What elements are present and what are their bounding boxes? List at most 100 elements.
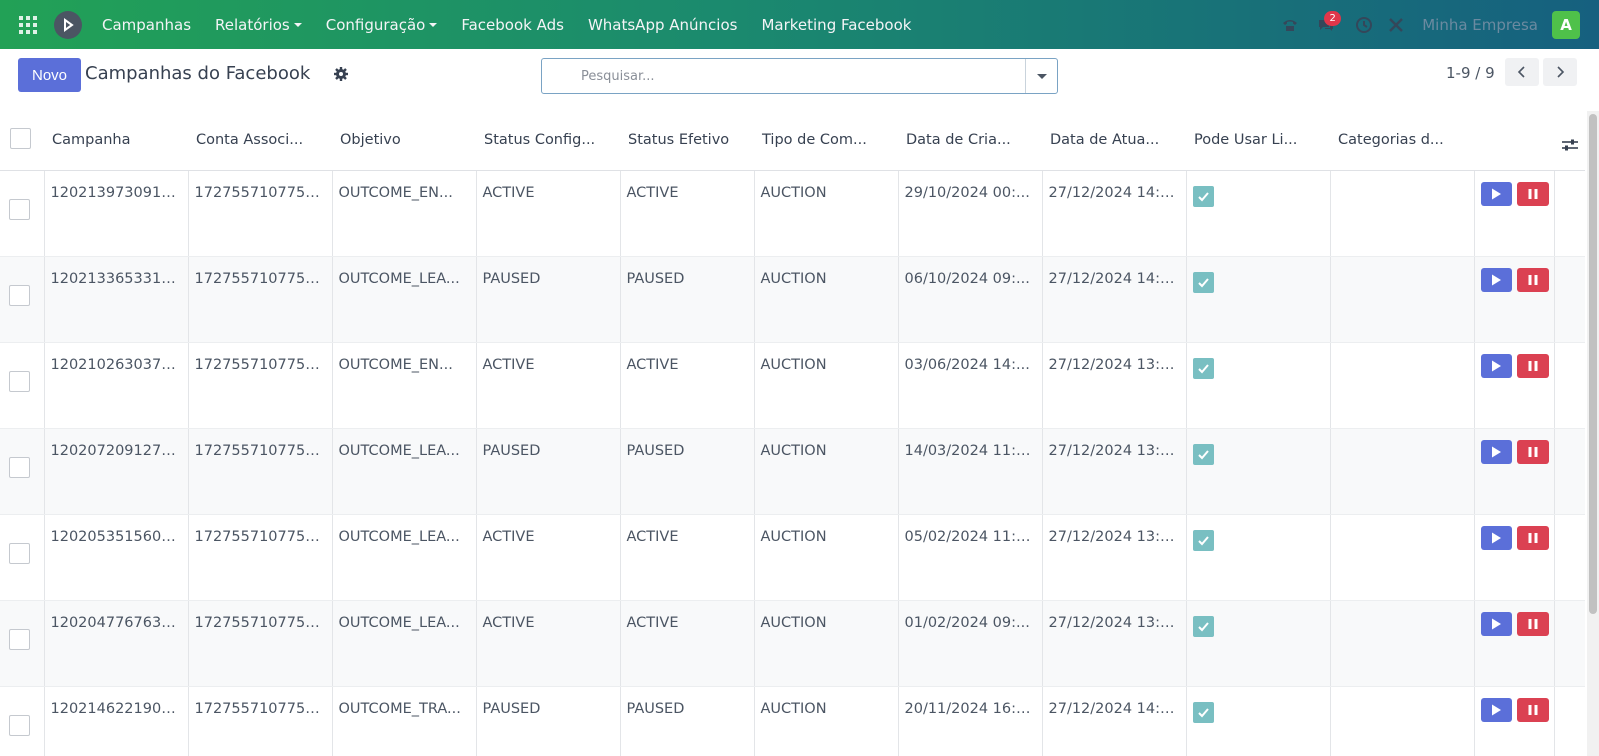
pause-button[interactable] xyxy=(1517,181,1549,206)
column-header[interactable]: Conta Associ... xyxy=(188,111,332,171)
cell-atualizacao: 27/12/2024 14:5... xyxy=(1042,170,1187,257)
pager-next-button[interactable] xyxy=(1543,58,1577,86)
column-header[interactable]: Pode Usar Li... xyxy=(1186,111,1330,171)
play-button[interactable] xyxy=(1480,439,1512,464)
cell-categorias xyxy=(1330,342,1475,429)
cell-atualizacao: 27/12/2024 14:5... xyxy=(1042,686,1187,756)
pause-button[interactable] xyxy=(1517,267,1549,292)
pause-button[interactable] xyxy=(1517,525,1549,550)
cell-actions xyxy=(1474,514,1555,601)
logo-icon[interactable] xyxy=(54,10,82,39)
pause-button[interactable] xyxy=(1517,439,1549,464)
cell-objetivo: OUTCOME_EN... xyxy=(332,342,477,429)
row-checkbox[interactable] xyxy=(0,600,45,687)
pause-button[interactable] xyxy=(1517,611,1549,636)
menu-item-campanhas[interactable]: Campanhas xyxy=(90,0,203,49)
cell-tipo: AUCTION xyxy=(754,170,899,257)
table-row[interactable]: 1202047767632... 1727557107750... OUTCOME_… xyxy=(0,600,1585,687)
apps-grid-icon[interactable] xyxy=(16,13,40,37)
search-options-toggle[interactable] xyxy=(1025,59,1057,93)
caret-down-icon xyxy=(293,22,302,27)
page-title: Campanhas do Facebook xyxy=(85,63,311,84)
pause-button[interactable] xyxy=(1517,353,1549,378)
checkbox-checked-icon xyxy=(1192,615,1214,637)
row-checkbox[interactable] xyxy=(0,256,45,343)
column-header[interactable]: Campanha xyxy=(44,111,188,171)
cell-tipo: AUCTION xyxy=(754,342,899,429)
menu-item-configura-o[interactable]: Configuração xyxy=(314,0,450,49)
row-checkbox[interactable] xyxy=(0,170,45,257)
pager-previous-button[interactable] xyxy=(1505,58,1539,86)
cell-actions xyxy=(1474,600,1555,687)
table-row[interactable]: 1202072091272... 1727557107750... OUTCOME_… xyxy=(0,428,1585,515)
row-checkbox[interactable] xyxy=(0,686,45,756)
cell-criacao: 05/02/2024 11:1... xyxy=(898,514,1043,601)
cell-empty xyxy=(1554,170,1585,257)
menu-item-facebook-ads[interactable]: Facebook Ads xyxy=(449,0,576,49)
play-icon xyxy=(1492,274,1502,285)
cell-actions xyxy=(1474,686,1555,756)
optional-columns-icon[interactable] xyxy=(1560,137,1580,153)
menu-item-whatsapp-an-ncios[interactable]: WhatsApp Anúncios xyxy=(576,0,750,49)
avatar[interactable]: A xyxy=(1552,10,1580,39)
play-button[interactable] xyxy=(1480,697,1512,722)
table-row[interactable]: 12021462219091... 1727557107750... OUTCOME… xyxy=(0,686,1585,756)
menu-item-marketing-facebook[interactable]: Marketing Facebook xyxy=(749,0,923,49)
column-header[interactable]: Status Config... xyxy=(476,111,620,171)
play-button[interactable] xyxy=(1480,267,1512,292)
pause-button[interactable] xyxy=(1517,697,1549,722)
search-input[interactable] xyxy=(542,59,1025,93)
cell-campanha: 1202047767632... xyxy=(44,600,189,687)
checkbox-checked-icon xyxy=(1192,271,1214,293)
company-switcher[interactable]: Minha Empresa xyxy=(1422,16,1538,34)
table-row[interactable]: 1202053515602... 1727557107750... OUTCOME_… xyxy=(0,514,1585,601)
play-button[interactable] xyxy=(1480,525,1512,550)
select-all-checkbox[interactable] xyxy=(0,111,44,171)
cell-conta: 1727557107750... xyxy=(188,514,333,601)
gear-icon[interactable] xyxy=(333,66,349,82)
cell-status-config: ACTIVE xyxy=(476,170,621,257)
cell-tipo: AUCTION xyxy=(754,256,899,343)
column-header[interactable]: Status Efetivo xyxy=(620,111,754,171)
table-row[interactable]: 1202102630371... 1727557107750... OUTCOME_… xyxy=(0,342,1585,429)
cell-actions xyxy=(1474,428,1555,515)
cell-conta: 1727557107750... xyxy=(188,256,333,343)
row-checkbox[interactable] xyxy=(0,428,45,515)
cell-categorias xyxy=(1330,428,1475,515)
table-body: 1202139730918... 1727557107750... OUTCOME_… xyxy=(0,170,1585,756)
tools-icon[interactable] xyxy=(1380,9,1412,41)
column-header[interactable]: Objetivo xyxy=(332,111,476,171)
cell-conta: 1727557107750... xyxy=(188,342,333,429)
column-header[interactable]: Data de Cria... xyxy=(898,111,1042,171)
menu-item-relat-rios[interactable]: Relatórios xyxy=(203,0,314,49)
column-header[interactable]: Categorias d... xyxy=(1330,111,1474,171)
row-checkbox[interactable] xyxy=(0,342,45,429)
cell-tipo: AUCTION xyxy=(754,514,899,601)
cell-criacao: 20/11/2024 16:17... xyxy=(898,686,1043,756)
cell-empty xyxy=(1554,600,1585,687)
pager-value[interactable]: 1-9 / 9 xyxy=(1446,64,1495,82)
play-button[interactable] xyxy=(1480,353,1512,378)
cell-campanha: 1202072091272... xyxy=(44,428,189,515)
cell-categorias xyxy=(1330,514,1475,601)
chat-icon[interactable]: 2 xyxy=(1310,9,1342,41)
cell-status-config: PAUSED xyxy=(476,256,621,343)
vertical-scrollbar[interactable] xyxy=(1587,111,1599,756)
row-checkbox[interactable] xyxy=(0,514,45,601)
play-button[interactable] xyxy=(1480,611,1512,636)
cell-pode-usar xyxy=(1186,256,1331,343)
play-icon xyxy=(1492,360,1502,371)
table-row[interactable]: 12021336533197... 1727557107750... OUTCOME… xyxy=(0,256,1585,343)
clock-icon[interactable] xyxy=(1348,9,1380,41)
cell-status-config: PAUSED xyxy=(476,428,621,515)
phone-icon[interactable] xyxy=(1274,9,1306,41)
cell-status-config: ACTIVE xyxy=(476,342,621,429)
new-button[interactable]: Novo xyxy=(18,58,81,92)
column-header[interactable]: Data de Atua... xyxy=(1042,111,1186,171)
column-header[interactable]: Tipo de Com... xyxy=(754,111,898,171)
play-button[interactable] xyxy=(1480,181,1512,206)
scrollbar-thumb[interactable] xyxy=(1589,114,1597,614)
menu-item-label: Configuração xyxy=(325,15,426,34)
cell-status-config: PAUSED xyxy=(476,686,621,756)
table-row[interactable]: 1202139730918... 1727557107750... OUTCOME_… xyxy=(0,170,1585,257)
